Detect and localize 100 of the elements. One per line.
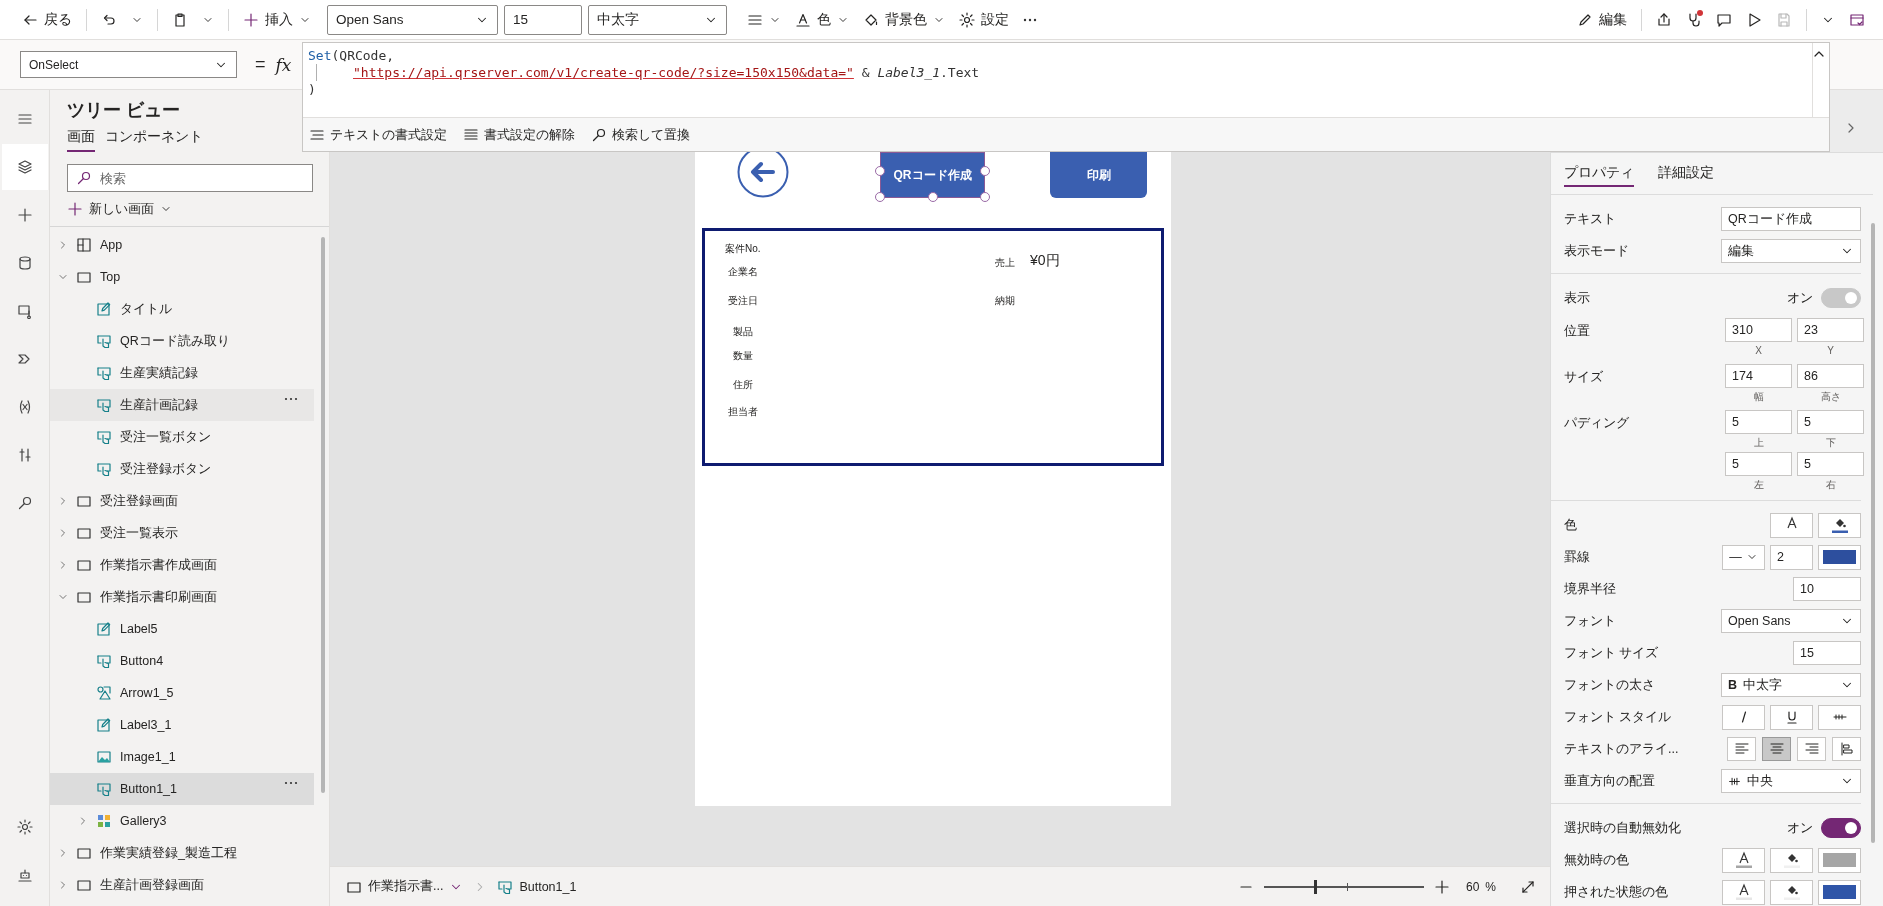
tree-item[interactable]: 生産計画記録 — [50, 389, 314, 421]
number-field[interactable]: 15 — [1793, 641, 1861, 665]
tree-item[interactable]: App — [50, 229, 314, 261]
tree-item[interactable]: 作業指示書作成画面 — [50, 549, 314, 581]
fill-color-button[interactable] — [1770, 879, 1813, 905]
resize-handle[interactable] — [875, 192, 885, 202]
align-center-button[interactable] — [1762, 737, 1791, 761]
tree-tab[interactable]: 画面 — [67, 128, 95, 152]
text-field[interactable]: QRコード作成 — [1721, 207, 1861, 231]
number-field[interactable]: 10 — [1793, 577, 1861, 601]
more-icon[interactable] — [284, 781, 298, 785]
tree-item[interactable]: Gallery3 — [50, 805, 314, 837]
dropdown[interactable]: 編集 — [1721, 239, 1861, 263]
control-breadcrumb[interactable]: Button1_1 — [497, 878, 577, 895]
clear-format-button[interactable]: 書式設定の解除 — [463, 125, 575, 144]
align-bars-button[interactable] — [1832, 737, 1861, 761]
resize-handle[interactable] — [875, 166, 885, 176]
settings-button[interactable]: 設定 — [955, 4, 1013, 35]
touch-button-icon — [96, 653, 112, 669]
tree-item[interactable]: Button4 — [50, 645, 314, 677]
more-icon[interactable] — [284, 397, 298, 401]
new-screen-button[interactable]: 新しい画面 — [67, 200, 172, 218]
search-button[interactable]: 検索して置換 — [591, 125, 690, 144]
screen-icon — [76, 589, 92, 605]
screen-dropdown[interactable]: 作業指示書... — [346, 878, 464, 895]
dropdown[interactable]: B 中太字 — [1721, 673, 1861, 697]
code-line: ) — [308, 81, 317, 98]
app-button[interactable]: QRコード作成 — [880, 152, 985, 198]
text-format-button[interactable]: テキストの書式設定 — [309, 125, 447, 144]
app-button[interactable]: 印刷 — [1050, 152, 1147, 198]
color-swatch[interactable] — [1818, 847, 1861, 873]
search-input[interactable]: 検索 — [98, 169, 262, 187]
align-left-button[interactable] — [1727, 737, 1756, 761]
resize-handle[interactable] — [980, 192, 990, 202]
tree-item[interactable]: Top — [50, 261, 314, 293]
zoom-in-icon[interactable] — [1433, 878, 1450, 895]
layers-tab[interactable] — [1, 144, 48, 190]
color-button[interactable]: 色 — [791, 4, 853, 35]
toggle-switch[interactable] — [1821, 818, 1861, 838]
settings-icon — [959, 11, 975, 28]
insert-button[interactable]: 挿入 — [239, 4, 315, 35]
number-field[interactable]: 2 — [1770, 544, 1813, 570]
dropdown[interactable]: Open Sans — [1721, 609, 1861, 633]
number-field[interactable]: 5 — [1797, 452, 1864, 476]
fill-color-button[interactable] — [1770, 847, 1813, 873]
tree-item[interactable]: 受注一覧表示 — [50, 517, 314, 549]
strikethrough-button[interactable] — [1818, 704, 1861, 730]
color-swatch[interactable] — [1818, 879, 1861, 905]
tree-item[interactable]: 生産計画登録画面 — [50, 869, 314, 901]
menu-icon — [16, 111, 33, 127]
edit-button[interactable]: 編集 — [1573, 4, 1631, 35]
formula-editor[interactable]: Set(QRCode, "https://api.qrserver.com/v1/create-qr-code/?size=150x150&data=" & Label3_1.Text ) テキストの書式設定 書式設定の解除 検索して置換 — [302, 42, 1830, 152]
tree-item[interactable]: Label5 — [50, 613, 314, 645]
underline-button[interactable] — [1770, 704, 1813, 730]
properties-tab[interactable]: 詳細設定 — [1658, 163, 1714, 187]
tree-item[interactable]: タイトル — [50, 293, 314, 325]
tree-item[interactable]: 受注登録ボタン — [50, 453, 314, 485]
text-color-button[interactable] — [1770, 512, 1813, 538]
number-field[interactable]: 5 — [1725, 452, 1792, 476]
background-button[interactable]: 背景色 — [859, 4, 949, 35]
tree-item[interactable]: 受注一覧ボタン — [50, 421, 314, 453]
number-field[interactable]: 5 — [1797, 410, 1864, 434]
field-caption: Y — [1827, 344, 1834, 358]
tree-item[interactable]: Arrow1_5 — [50, 677, 314, 709]
back-button[interactable]: 戻る — [18, 4, 76, 35]
tree-item[interactable]: 生産実績記録 — [50, 357, 314, 389]
fill-color-button[interactable] — [1818, 512, 1861, 538]
resize-handle[interactable] — [980, 166, 990, 176]
tree-item[interactable]: Image1_1 — [50, 741, 314, 773]
color-swatch[interactable] — [1818, 544, 1861, 570]
field-label: 納期 — [995, 294, 1015, 308]
text-color-button[interactable] — [1722, 879, 1765, 905]
settings-icon — [16, 819, 33, 835]
tree-tab[interactable]: コンポーネント — [105, 128, 203, 152]
tree-item[interactable]: 受注登録画面 — [50, 485, 314, 517]
property-label: 選択時の自動無効化 — [1564, 819, 1682, 837]
tree-item[interactable]: 作業指示書印刷画面 — [50, 581, 314, 613]
tree-item[interactable]: 作業実績登録_製造工程 — [50, 837, 314, 869]
number-field[interactable]: 5 — [1725, 410, 1792, 434]
number-field[interactable]: 174 — [1725, 364, 1792, 388]
tree-item[interactable]: Label3_1 — [50, 709, 314, 741]
font-weight-dropdown[interactable]: 中太字 — [588, 4, 727, 35]
number-field[interactable]: 23 — [1797, 318, 1864, 342]
zoom-slider[interactable] — [1263, 879, 1424, 894]
expand-icon[interactable] — [1520, 878, 1536, 895]
tree-item[interactable]: Button1_1 — [50, 773, 314, 805]
number-field[interactable]: 86 — [1797, 364, 1864, 388]
border-style-dropdown[interactable]: — — [1722, 544, 1765, 570]
zoom-value: 60 — [1465, 879, 1480, 894]
tree-item[interactable]: QRコード読み取り — [50, 325, 314, 357]
resize-handle[interactable] — [927, 192, 938, 202]
font-size-field[interactable]: 15 — [504, 4, 582, 35]
dropdown[interactable]: 中央 — [1721, 769, 1861, 793]
search-box[interactable]: 検索 — [67, 164, 313, 192]
align-right-button[interactable] — [1797, 737, 1826, 761]
property-dropdown[interactable]: OnSelect — [20, 51, 237, 78]
text-color-button[interactable] — [1722, 847, 1765, 873]
font-dropdown[interactable]: Open Sans — [327, 4, 498, 35]
properties-tab[interactable]: プロパティ — [1564, 163, 1634, 187]
number-field[interactable]: 310 — [1725, 318, 1792, 342]
